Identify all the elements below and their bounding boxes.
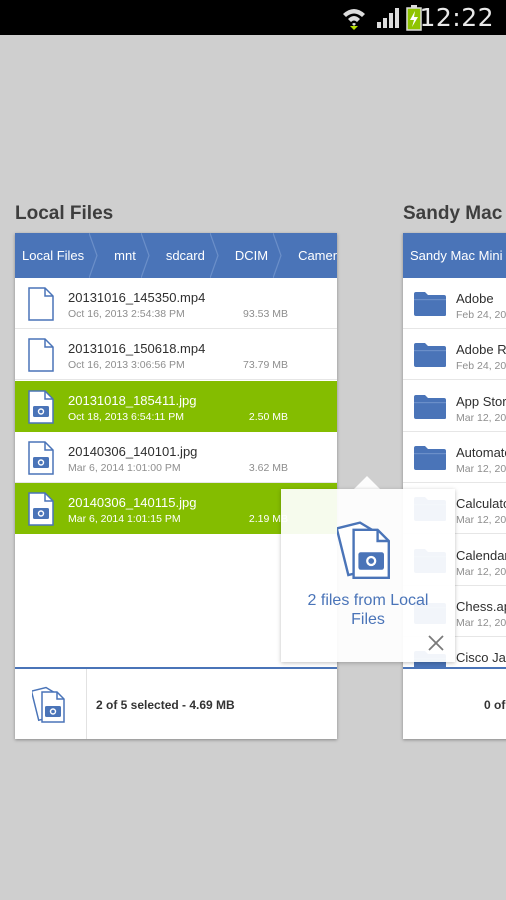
folder-date: Feb 24, 20: [456, 309, 506, 321]
folder-row[interactable]: App Store Mar 12, 20: [403, 380, 506, 432]
folder-name: Adobe: [456, 291, 494, 306]
file-name: 20131016_145350.mp4: [68, 290, 206, 305]
breadcrumb-item-mnt[interactable]: mnt: [98, 233, 150, 278]
breadcrumb-item-sdcard[interactable]: sdcard: [150, 233, 219, 278]
file-size: 93.53 MB: [243, 308, 288, 320]
folder-date: Mar 12, 20: [456, 514, 506, 527]
status-clock: 12:22: [419, 3, 494, 32]
folder-name: Automato: [456, 444, 506, 460]
file-icon: [28, 287, 54, 321]
folder-icon: [414, 445, 446, 470]
file-name: 20140306_140115.jpg: [68, 495, 197, 511]
photo-file-icon: [28, 441, 54, 475]
file-name: 20131016_150618.mp4: [68, 341, 206, 357]
left-panel-title: Local Files: [15, 203, 114, 224]
file-date: Oct 16, 2013 2:54:38 PM: [68, 308, 185, 320]
breadcrumb-item-dcim[interactable]: DCIM: [219, 233, 282, 278]
file-date: Oct 18, 2013 6:54:11 PM: [68, 410, 184, 423]
folder-icon: [414, 292, 446, 316]
folder-icon: [414, 394, 446, 419]
photos-stack-icon: [32, 686, 65, 723]
local-files-panel: Local Files mnt sdcard DCIM Camera 20131…: [15, 233, 337, 739]
file-row[interactable]: 20131016_150618.mp4 Oct 16, 2013 3:06:56 …: [15, 329, 337, 381]
file-row[interactable]: 20140306_140101.jpg Mar 6, 2014 1:01:00 P…: [15, 431, 337, 483]
file-row[interactable]: 20131016_145350.mp4 Oct 16, 2013 2:54:38 …: [15, 278, 337, 329]
file-icon: [28, 338, 54, 373]
file-size: 3.62 MB: [248, 461, 288, 474]
folder-date: Mar 12, 20: [456, 616, 506, 629]
drag-drop-popup: 2 files from Local Files: [281, 489, 455, 662]
folder-name: Adobe Re: [456, 342, 506, 358]
file-name: 20131018_185411.jpg: [68, 392, 197, 408]
folder-date: Feb 24, 20: [456, 360, 506, 373]
folder-name: Calculato: [456, 496, 506, 512]
file-date: Mar 6, 2014 1:01:00 PM: [68, 461, 181, 474]
folder-name: Chess.ap: [456, 598, 506, 614]
photos-stack-icon: [337, 521, 390, 579]
file-date: Mar 6, 2014 1:01:15 PM: [68, 513, 181, 526]
breadcrumb-item-local-files[interactable]: Local Files: [15, 233, 98, 278]
file-name: 20140306_140101.jpg: [68, 443, 198, 459]
remote-footer: 0 of: [403, 667, 506, 739]
folder-name: Calendar: [456, 547, 506, 563]
remote-panel: Sandy Mac Mini Adobe Feb 24, 20 Adobe Re Fe…: [403, 233, 506, 739]
signal-icon: [377, 8, 399, 28]
folder-date: Mar 12, 20: [456, 411, 506, 424]
file-size: 73.79 MB: [243, 359, 288, 372]
folder-icon: [414, 343, 446, 368]
close-icon[interactable]: [426, 633, 446, 653]
selection-summary: 2 of 5 selected - 4.69 MB: [96, 698, 235, 712]
popup-arrow: [354, 476, 380, 489]
folder-date: Mar 12, 20: [456, 462, 506, 475]
file-row[interactable]: 20131018_185411.jpg Oct 18, 2013 6:54:11 …: [15, 380, 337, 432]
photo-file-icon: [28, 389, 54, 424]
wifi-icon: [343, 9, 365, 30]
selection-drag-handle[interactable]: [15, 669, 87, 739]
status-bar: 12:22: [0, 0, 506, 35]
folder-row[interactable]: Adobe Feb 24, 20: [403, 278, 506, 329]
folder-row[interactable]: Adobe Re Feb 24, 20: [403, 329, 506, 381]
right-panel-title: Sandy Mac: [403, 203, 503, 224]
selection-footer: 2 of 5 selected - 4.69 MB: [15, 667, 337, 739]
file-date: Oct 16, 2013 3:06:56 PM: [68, 359, 185, 372]
folder-date: Mar 12, 20: [456, 565, 506, 578]
breadcrumb: Local Files mnt sdcard DCIM Camera: [15, 233, 337, 278]
folder-name: App Store: [456, 393, 506, 409]
breadcrumb-item-camera[interactable]: Camera: [282, 233, 337, 278]
folder-row[interactable]: Automato Mar 12, 20: [403, 431, 506, 483]
photo-file-icon: [28, 492, 54, 526]
remote-breadcrumb: Sandy Mac Mini: [403, 233, 506, 278]
breadcrumb-item-sandy-mac-mini[interactable]: Sandy Mac Mini: [403, 233, 506, 278]
folder-name: Cisco Jal: [456, 650, 506, 666]
remote-selection-summary: 0 of: [484, 698, 506, 712]
file-size: 2.50 MB: [248, 410, 288, 423]
popup-message: 2 files from Local Files: [307, 592, 429, 628]
